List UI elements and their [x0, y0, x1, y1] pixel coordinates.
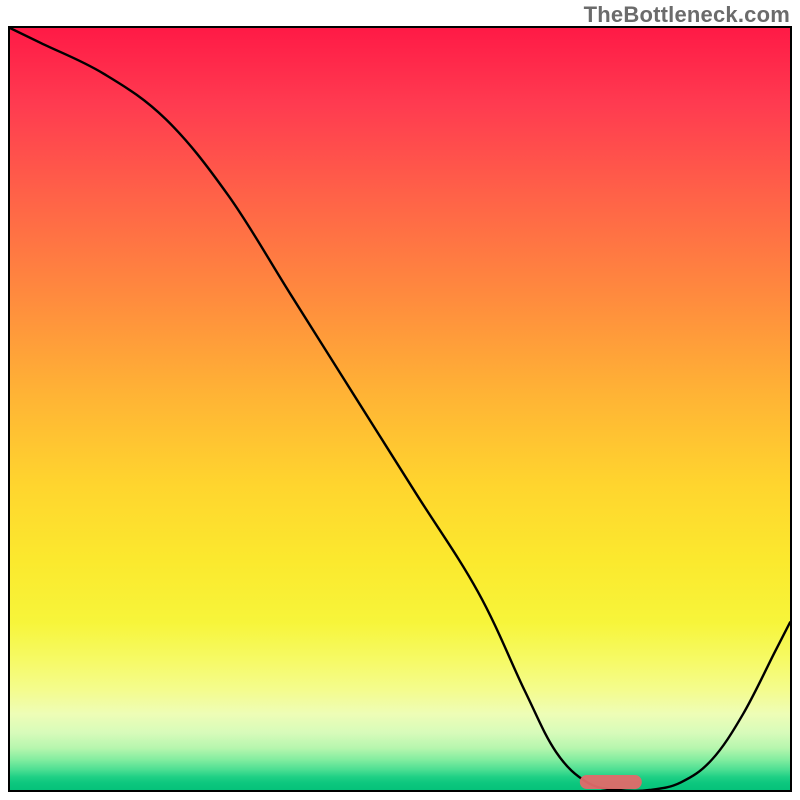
chart-stage: TheBottleneck.com — [0, 0, 800, 800]
curve-layer — [10, 28, 790, 790]
optimal-range-marker — [579, 775, 641, 789]
plot-frame — [8, 26, 792, 792]
watermark-text: TheBottleneck.com — [584, 2, 790, 28]
bottleneck-curve-path — [10, 28, 790, 790]
